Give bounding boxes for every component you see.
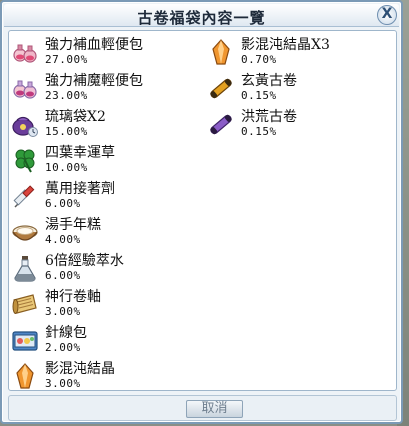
item-rate: 0.15% — [241, 125, 277, 138]
list-item: 神行卷軸 3.00% — [11, 287, 201, 323]
window-title: 古卷福袋內容一覽 — [137, 9, 266, 27]
item-name: 湯手年糕 — [45, 217, 101, 233]
chaos-crystal-icon — [16, 363, 34, 389]
item-rate: 3.00% — [45, 305, 81, 318]
four-leaf-clover-icon — [15, 149, 35, 173]
item-list-window: 古卷福袋內容一覽 X 強力補血輕便包 27.00% 強力補魔輕便包 23.00%… — [0, 0, 403, 424]
item-name: 神行卷軸 — [45, 289, 101, 305]
exp-flask-icon — [14, 256, 36, 282]
chaos-crystal-icon — [212, 39, 230, 65]
item-name: 影混沌結晶 — [45, 361, 115, 377]
list-item: 四葉幸運草 10.00% — [11, 143, 201, 179]
list-item: 強力補魔輕便包 23.00% — [11, 71, 201, 107]
item-rate: 15.00% — [45, 125, 88, 138]
item-rate: 27.00% — [45, 53, 88, 66]
item-rate: 4.00% — [45, 233, 81, 246]
item-rate: 6.00% — [45, 197, 81, 210]
item-rate: 0.70% — [241, 53, 277, 66]
title-bar: 古卷福袋內容一覽 X — [4, 4, 399, 27]
travel-scroll-icon — [12, 294, 37, 314]
red-potion-pack-icon — [13, 44, 37, 63]
footer-bar: 取消 — [8, 395, 397, 421]
purple-ancient-scroll-icon — [210, 114, 232, 135]
item-rate: 10.00% — [45, 161, 88, 174]
item-rate: 0.15% — [241, 89, 277, 102]
close-button[interactable]: X — [377, 5, 397, 25]
item-name: 琉璃袋X2 — [45, 109, 106, 125]
list-item: 萬用接著劑 6.00% — [11, 179, 201, 215]
list-item: 影混沌結晶X3 0.70% — [207, 35, 392, 71]
sewing-kit-icon — [12, 331, 38, 351]
rice-cake-bowl-icon — [12, 225, 38, 241]
item-list-panel: 強力補血輕便包 27.00% 強力補魔輕便包 23.00% 琉璃袋X2 15.0… — [8, 30, 397, 391]
item-name: 6倍經驗萃水 — [45, 253, 124, 269]
item-list-right: 影混沌結晶X3 0.70% 玄黃古卷 0.15% 洪荒古卷 0.15% — [207, 35, 392, 143]
item-rate: 23.00% — [45, 89, 88, 102]
item-name: 玄黃古卷 — [241, 73, 297, 89]
cancel-button[interactable]: 取消 — [186, 400, 243, 418]
list-item: 6倍經驗萃水 6.00% — [11, 251, 201, 287]
list-item: 影混沌結晶 3.00% — [11, 359, 201, 395]
item-name: 四葉幸運草 — [45, 145, 115, 161]
item-name: 針線包 — [45, 325, 87, 341]
list-item: 琉璃袋X2 15.00% — [11, 107, 201, 143]
list-item: 湯手年糕 4.00% — [11, 215, 201, 251]
list-item: 強力補血輕便包 27.00% — [11, 35, 201, 71]
item-name: 強力補血輕便包 — [45, 37, 143, 53]
list-item: 針線包 2.00% — [11, 323, 201, 359]
item-rate: 3.00% — [45, 377, 81, 390]
glass-pouch-icon — [12, 116, 38, 137]
item-rate: 2.00% — [45, 341, 81, 354]
item-rate: 6.00% — [45, 269, 81, 282]
item-list-left: 強力補血輕便包 27.00% 強力補魔輕便包 23.00% 琉璃袋X2 15.0… — [11, 35, 201, 395]
yellow-ancient-scroll-icon — [210, 78, 232, 99]
blue-potion-pack-icon — [13, 80, 37, 99]
item-name: 影混沌結晶X3 — [241, 37, 330, 53]
glue-syringe-icon — [13, 185, 35, 208]
list-item: 玄黃古卷 0.15% — [207, 71, 392, 107]
item-name: 強力補魔輕便包 — [45, 73, 143, 89]
item-name: 洪荒古卷 — [241, 109, 297, 125]
item-name: 萬用接著劑 — [45, 181, 115, 197]
list-item: 洪荒古卷 0.15% — [207, 107, 392, 143]
